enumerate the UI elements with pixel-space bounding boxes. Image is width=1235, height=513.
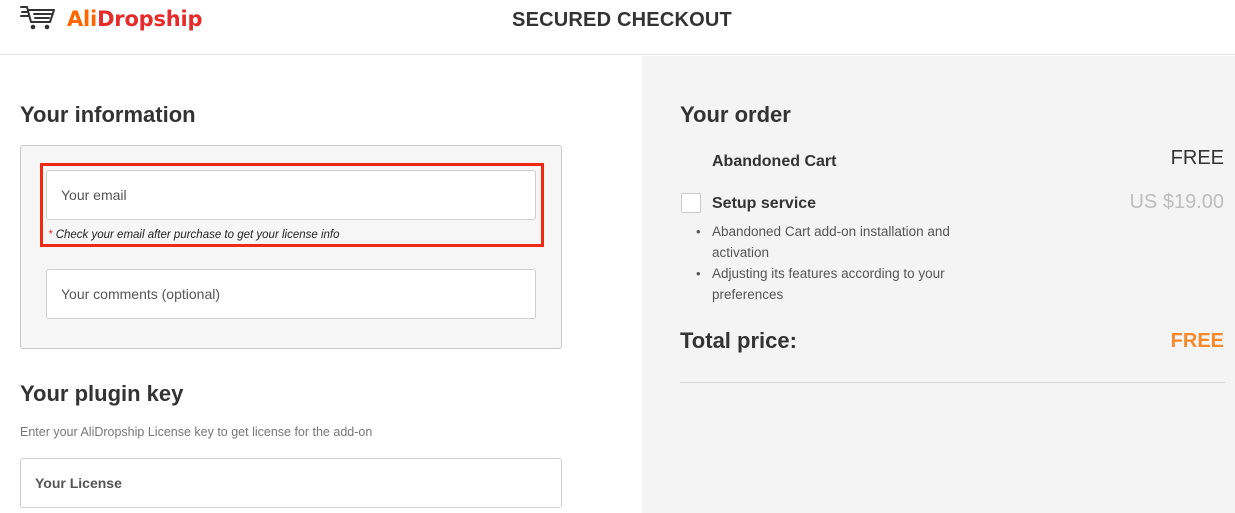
comments-input[interactable] [46,269,536,319]
total-price-value: FREE [1170,330,1224,352]
email-highlight-frame [40,163,544,247]
your-information-heading: Your information [20,102,196,127]
page-title: SECURED CHECKOUT [512,9,732,31]
license-input[interactable] [20,458,562,508]
header: AliDropship SECURED CHECKOUT [0,0,1235,55]
setup-service-price: US $19.00 [1129,191,1224,213]
list-item: Adjusting its features according to your… [696,263,976,305]
setup-service-label[interactable]: Setup service [712,195,816,213]
list-item: Abandoned Cart add-on installation and a… [696,221,976,263]
order-item-price: FREE [1170,147,1224,169]
plugin-key-heading: Your plugin key [20,381,184,406]
plugin-key-description: Enter your AliDropship License key to ge… [20,425,373,439]
divider [680,382,1225,383]
setup-service-details: Abandoned Cart add-on installation and a… [696,221,976,305]
total-price-label: Total price: [680,328,797,353]
order-item-name: Abandoned Cart [712,153,837,170]
setup-service-checkbox[interactable] [681,193,701,213]
your-order-heading: Your order [680,102,791,127]
